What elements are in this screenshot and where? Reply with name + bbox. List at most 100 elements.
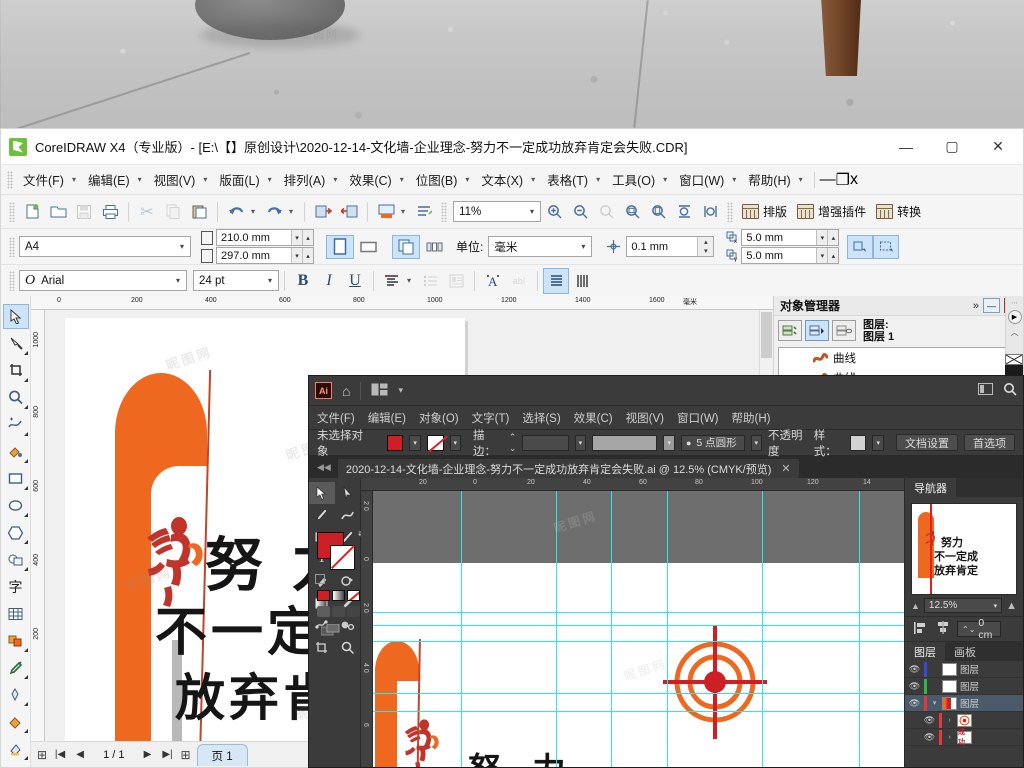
menu-edit[interactable]: 编辑(E) <box>82 167 136 192</box>
menu-file[interactable]: 文件(F) <box>17 167 70 192</box>
nudge-offset-input[interactable]: 0.1 mm ▴ ▾ <box>626 236 715 257</box>
docker-minimize-button[interactable]: — <box>983 298 1000 313</box>
change-screen-mode-icon[interactable] <box>320 623 341 639</box>
page-add-left-icon[interactable]: ⊞ <box>37 748 47 762</box>
edit-across-layers-button[interactable] <box>805 320 829 341</box>
eye-icon[interactable]: 👁 <box>923 732 936 743</box>
font-family-combo[interactable]: O Arial ▾ <box>19 270 187 291</box>
chevron-down-icon[interactable]: ▾ <box>930 699 939 707</box>
page-tab-1[interactable]: 页 1 <box>196 743 248 766</box>
chevron-down-icon[interactable]: ▾ <box>661 175 673 184</box>
ai-menu-view[interactable]: 视图(V) <box>626 410 664 426</box>
zoom-in-icon[interactable]: ▲ <box>1006 600 1017 612</box>
plugin-enhance-button[interactable]: 增强插件 <box>792 201 871 222</box>
ai-artwork-text-line1[interactable]: 努 力 <box>468 743 576 767</box>
outline-tool[interactable] <box>3 682 29 707</box>
docker-scroll-up-icon[interactable]: ︿ <box>1006 327 1023 338</box>
stepper-icon[interactable]: ⌃⌄ <box>962 625 975 634</box>
close-icon[interactable]: ✕ <box>781 462 790 475</box>
home-icon[interactable]: ⌂ <box>342 383 350 399</box>
page-height-stepper[interactable]: ▾ ▴ <box>291 248 313 263</box>
ai-artwork-climber-figure[interactable] <box>401 711 445 767</box>
width-profile-dropdown-icon[interactable]: ▾ <box>663 434 675 451</box>
flyout-arrow-icon[interactable] <box>23 567 28 571</box>
navigator-view-box[interactable] <box>930 504 932 594</box>
chevron-down-icon[interactable]: ▾ <box>172 276 184 285</box>
undo-icon[interactable] <box>223 199 249 225</box>
zoom-to-page-icon[interactable] <box>645 199 671 225</box>
flyout-arrow-icon[interactable] <box>23 648 28 652</box>
flyout-arrow-icon[interactable] <box>23 513 28 517</box>
first-page-button[interactable]: |◀ <box>53 749 67 760</box>
navigator-thumbnail[interactable]: 努力 不一定成 放弃肯定 <box>911 503 1017 595</box>
illustrator-canvas[interactable]: 努 力 不一定 成功 你只 昵图网 昵图网 <box>373 491 904 767</box>
illustrator-vertical-ruler[interactable]: 2 0 0 2 0 4 0 6 <box>361 491 373 767</box>
chevron-right-icon[interactable]: › <box>945 717 954 724</box>
fill-swatch-large[interactable] <box>317 532 355 570</box>
rectangle-tool[interactable] <box>3 466 29 491</box>
new-icon[interactable] <box>19 199 45 225</box>
underline-button[interactable]: U <box>342 268 368 294</box>
graphic-style-swatch[interactable] <box>849 434 867 451</box>
toolbar-grip[interactable] <box>9 270 15 291</box>
stroke-stepper-icon[interactable]: ⌃ ⌄ <box>509 432 517 454</box>
bullet-list-icon[interactable] <box>417 268 443 294</box>
apply-to-all-pages-button[interactable] <box>392 234 420 259</box>
tab-layers[interactable]: 图层 <box>905 642 945 661</box>
save-icon[interactable] <box>71 199 97 225</box>
toolbar-grip[interactable] <box>9 236 15 257</box>
stroke-dropdown-icon[interactable]: ▾ <box>449 434 462 451</box>
color-fill-button[interactable] <box>317 590 330 601</box>
stroke-weight-dropdown-icon[interactable]: ▾ <box>574 434 587 451</box>
menu-grip-handle[interactable] <box>7 170 13 189</box>
draw-behind-button[interactable] <box>332 606 345 617</box>
nudge-stepper[interactable]: ▴ ▾ <box>697 237 714 256</box>
chevron-down-icon[interactable]: ▾ <box>577 242 589 251</box>
flyout-arrow-icon[interactable] <box>23 675 28 679</box>
chevron-down-icon[interactable]: ▾ <box>264 276 276 285</box>
menu-window[interactable]: 窗口(W) <box>673 167 730 192</box>
close-button[interactable]: ✕ <box>975 130 1021 164</box>
flyout-arrow-icon[interactable] <box>23 432 28 436</box>
doc-minimize-button[interactable]: — <box>820 171 836 189</box>
freehand-tool[interactable] <box>3 412 29 437</box>
eye-icon[interactable]: 👁 <box>908 681 921 692</box>
swatch-none[interactable] <box>1005 354 1023 365</box>
chevron-down-icon[interactable]: ▾ <box>994 602 998 610</box>
chevron-down-icon[interactable]: ▾ <box>70 175 82 184</box>
plugin-convert-button[interactable]: 转换 <box>871 201 926 222</box>
ai-menu-edit[interactable]: 编辑(E) <box>368 410 406 426</box>
print-icon[interactable] <box>97 199 123 225</box>
zoom-to-page-height-icon[interactable] <box>697 199 723 225</box>
show-object-properties-button[interactable] <box>778 320 802 341</box>
apply-to-current-page-button[interactable] <box>420 235 448 259</box>
stroke-color-swatch[interactable] <box>426 434 444 451</box>
polygon-tool[interactable] <box>3 520 29 545</box>
zoom-out-icon[interactable]: ▲ <box>911 601 920 611</box>
corel-online-icon[interactable] <box>411 199 437 225</box>
align-center-icon[interactable] <box>935 620 951 638</box>
chevron-down-icon[interactable]: ▾ <box>594 175 606 184</box>
layer-manager-view-button[interactable] <box>832 320 856 341</box>
edit-text-icon[interactable]: abI <box>506 268 532 294</box>
redo-icon[interactable] <box>261 199 287 225</box>
pick-tool[interactable] <box>2 304 29 329</box>
preferences-button[interactable]: 首选项 <box>963 434 1015 451</box>
layer-row[interactable]: 👁 图层 <box>905 661 1023 678</box>
bold-button[interactable]: B <box>290 268 316 294</box>
flyout-arrow-icon[interactable] <box>23 702 28 706</box>
next-page-button[interactable]: ▶ <box>140 749 154 760</box>
docker-play-icon[interactable]: ▶ <box>1007 310 1022 324</box>
eye-icon[interactable]: 👁 <box>908 664 921 675</box>
menu-text[interactable]: 文本(X) <box>475 167 529 192</box>
toolbar-grip[interactable] <box>441 201 448 222</box>
fill-color-swatch[interactable] <box>386 434 404 451</box>
export-icon[interactable] <box>336 199 362 225</box>
doc-close-button[interactable]: x <box>850 171 858 189</box>
document-tab[interactable]: 2020-12-14-文化墙-企业理念-努力不一定成功放弃肯定会失败.ai @ … <box>336 458 800 478</box>
direct-selection-tool[interactable] <box>335 482 361 504</box>
copy-icon[interactable] <box>160 199 186 225</box>
eyedropper-tool[interactable] <box>3 655 29 680</box>
plugin-typeset-button[interactable]: 排版 <box>737 201 792 222</box>
eye-icon[interactable]: 👁 <box>908 698 921 709</box>
